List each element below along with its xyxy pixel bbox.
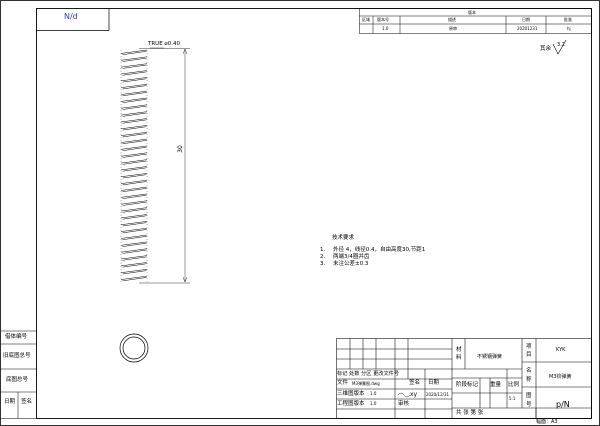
left-strip-borrow-no: 借体编号	[5, 334, 28, 340]
tech-req-2-num: 2.	[320, 254, 326, 260]
left-strip-date: 日期	[4, 399, 16, 405]
revision-header-desc: 描述	[448, 17, 456, 22]
tech-req-1-num: 1.	[320, 247, 326, 253]
wire-dimension-value: 0.40	[167, 41, 180, 47]
scale-label: 比例	[508, 382, 520, 388]
surface-finish-label: 其余	[540, 46, 552, 52]
tech-req-2-text: 两端3/4圈并齿	[333, 254, 370, 260]
spring-side-view	[120, 49, 148, 283]
name-value: M3铰弹簧	[549, 374, 572, 380]
scale-value: 5:1	[509, 396, 516, 401]
file-value: M3弹簧图.dwg	[352, 381, 380, 386]
signature-label: 签名	[409, 380, 421, 386]
sheet-size: 幅面：A3	[536, 419, 558, 425]
tech-requirements-title: 技术要求	[332, 235, 355, 241]
drawing-frame	[0, 0, 600, 426]
sheet-count: 共 张 第 张	[456, 410, 484, 416]
design-version-label: 三维图版本	[337, 391, 365, 397]
design-version-value: 1.0	[370, 391, 377, 396]
revision-title: 版本	[468, 10, 476, 15]
sign-date: 2020/12/31	[426, 392, 450, 397]
signer-name: xy	[410, 391, 418, 398]
drawing-version-label: 工程图版本	[337, 401, 365, 407]
file-label: 文件	[337, 380, 349, 386]
revision-header-date: 日期	[522, 17, 530, 22]
length-dimension: 30	[176, 145, 184, 153]
tech-req-3-text: 未注公差±0.3	[333, 261, 369, 267]
review-label: 审核	[398, 401, 410, 407]
revision-header-approve: 批准	[564, 17, 572, 22]
revision-desc: 原审	[449, 26, 457, 31]
material-value: 不锈钢弹簧	[477, 354, 503, 360]
revision-version: 1.0	[382, 26, 389, 31]
date-label: 日期	[428, 380, 440, 386]
spring-end-view-inner	[122, 336, 146, 360]
drawing-version-value: 1.0	[370, 401, 377, 406]
name-label: 名称	[526, 368, 532, 383]
revision-approver: hj	[567, 26, 571, 31]
spring-end-view-outer	[119, 333, 149, 363]
left-strip-signature: 签名	[21, 399, 33, 405]
corner-code: N/d	[64, 12, 78, 21]
project-label: 项目	[526, 344, 532, 358]
drawing-no-value: p/N	[556, 400, 570, 409]
spring-coils	[120, 49, 148, 282]
drawing-no-label: 图号	[526, 393, 532, 408]
revision-header-version: 版本号	[377, 17, 389, 22]
stage-mark-label: 阶段标记	[456, 382, 479, 388]
wire-dimension: TRUE ⌀0.40	[148, 41, 180, 48]
weight-label: 重量	[490, 382, 502, 388]
material-label: 材料	[456, 347, 462, 361]
surface-finish-value: 3.2	[557, 42, 565, 48]
revision-header-zone: 区域	[362, 17, 370, 22]
revision-date: 20201231	[517, 26, 538, 31]
project-value: KYK	[556, 347, 566, 353]
tech-req-3-num: 3.	[320, 261, 326, 267]
wire-dimension-label: TRUE	[148, 41, 163, 47]
left-strip-drawing-no: 底图总号	[6, 377, 29, 383]
left-strip-old-drawing-no: 旧底图总号	[3, 353, 31, 359]
tech-req-1-text: 外径 4，线径0.4，自由高度30,节距1	[333, 247, 426, 253]
change-header: 标记 处数 分区 更改文件号	[337, 371, 400, 377]
